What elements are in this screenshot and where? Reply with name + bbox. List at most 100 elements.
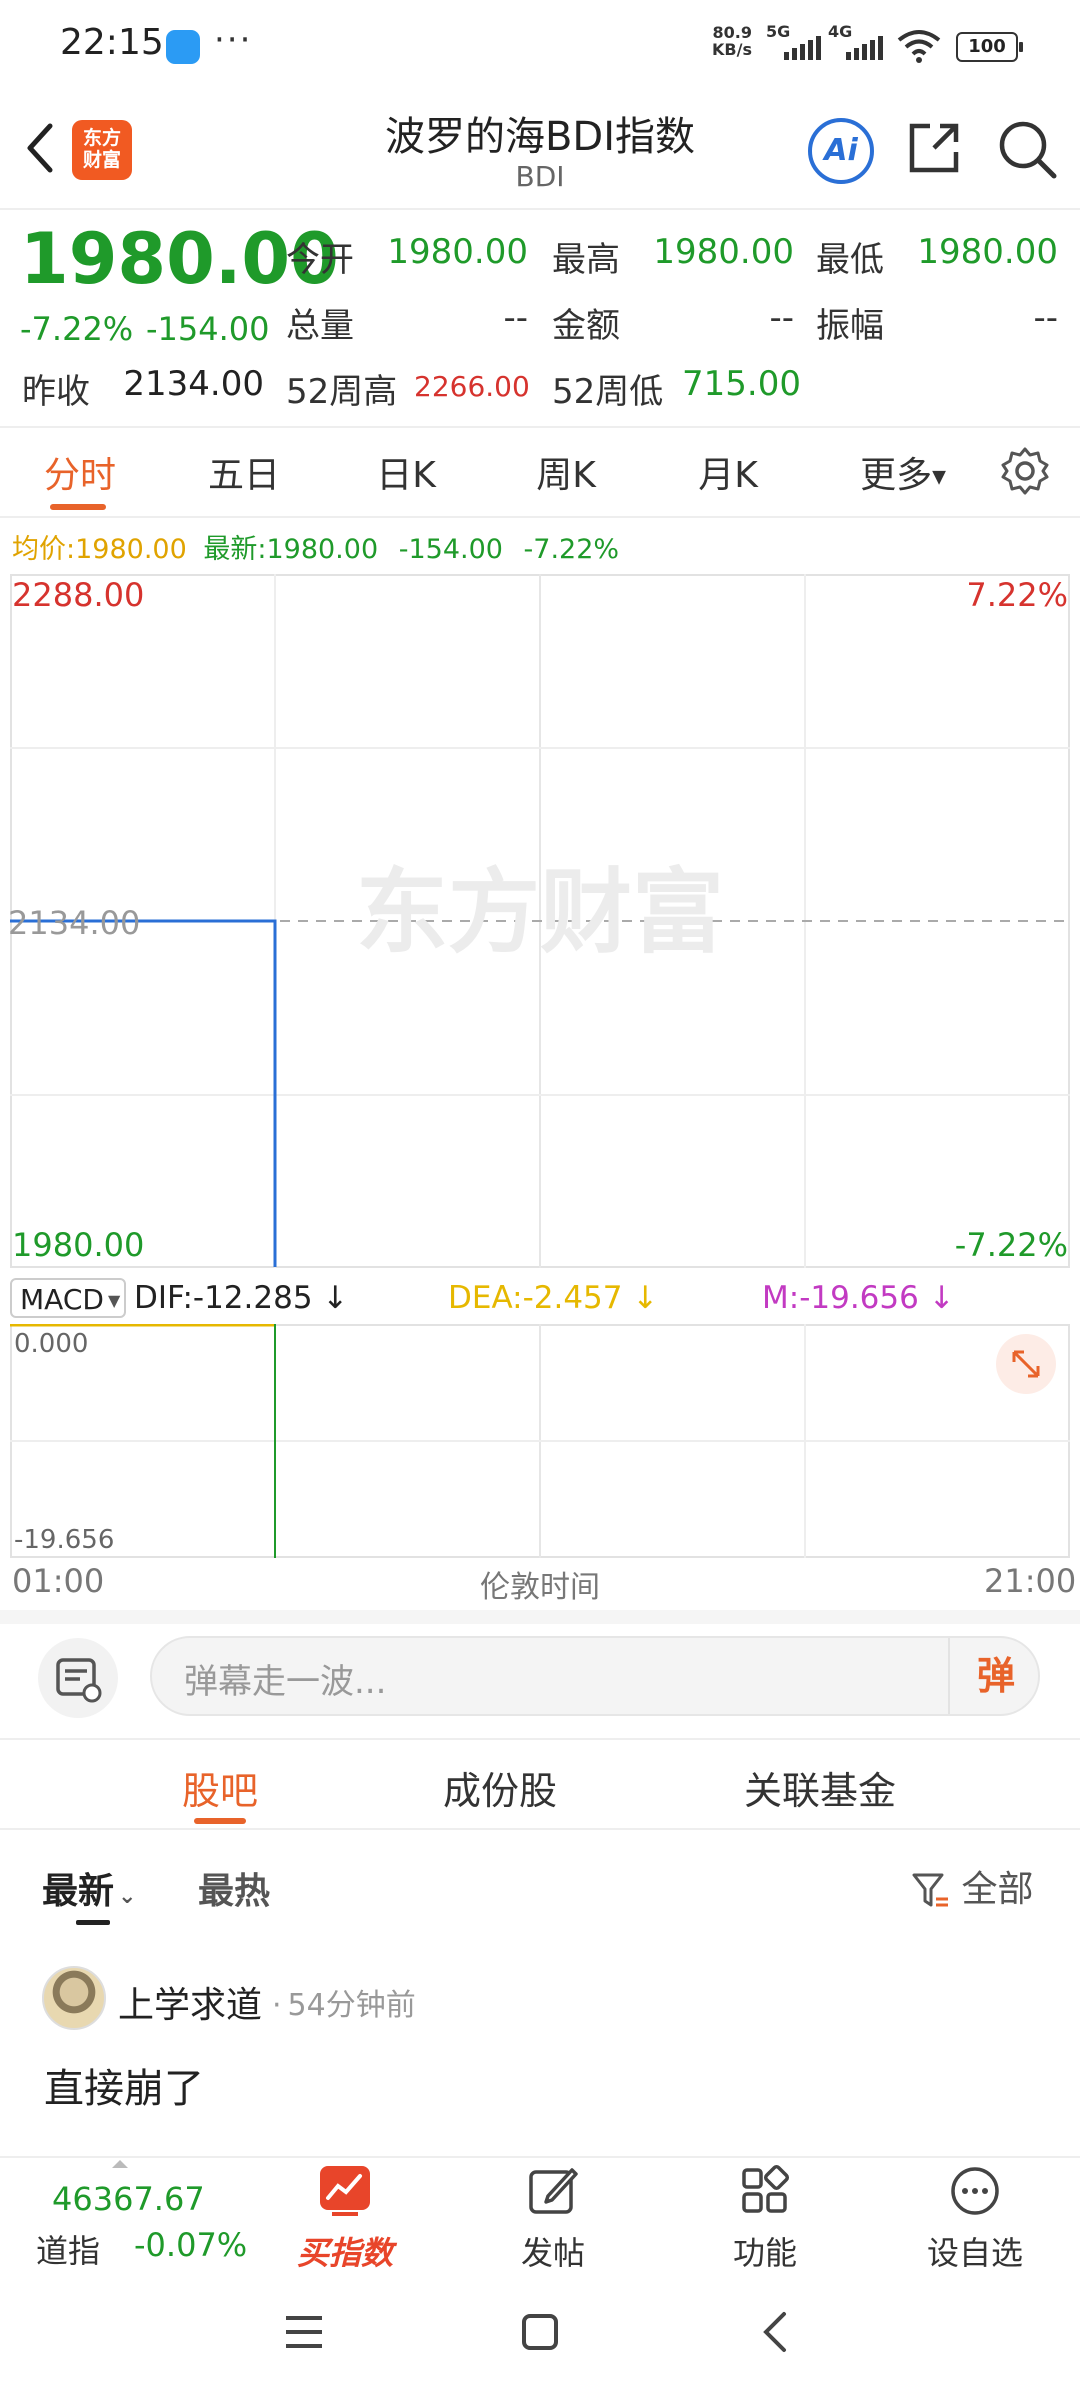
buy-index-icon xyxy=(320,2166,370,2216)
latest-percent: -7.22% xyxy=(523,534,620,565)
back-icon[interactable] xyxy=(16,118,66,178)
macd-chart[interactable]: 0.000 -19.656 xyxy=(10,1324,1070,1558)
tab-related-funds[interactable]: 关联基金 xyxy=(730,1760,910,1815)
tab-five-day[interactable]: 五日 xyxy=(194,446,294,498)
down-arrow-icon: ↓ xyxy=(928,1280,955,1316)
menu-icon[interactable] xyxy=(282,2312,326,2352)
index-value[interactable]: 46367.67 xyxy=(52,2180,205,2218)
indicator-select[interactable]: MACD ▼ xyxy=(10,1278,126,1318)
filter-button[interactable]: 全部 xyxy=(910,1860,1033,1912)
pct-axis-bottom-label: -7.22% xyxy=(955,1226,1068,1264)
watermark: 东方财富 xyxy=(356,859,724,966)
low-label: 最低 xyxy=(816,240,884,280)
nav-add-watchlist[interactable]: 设自选 xyxy=(900,2164,1050,2274)
settings-gear-icon[interactable] xyxy=(1000,446,1050,496)
back-nav-icon[interactable] xyxy=(756,2310,796,2354)
pct-axis-top-label: 7.22% xyxy=(966,576,1068,614)
time-axis-end: 21:00 xyxy=(984,1562,1077,1600)
tab-more[interactable]: 更多▼ xyxy=(848,446,958,498)
tab-monthly-k[interactable]: 月K xyxy=(678,446,778,498)
signal-4g-icon xyxy=(846,36,883,60)
tab-weekly-k[interactable]: 周K xyxy=(516,446,616,498)
volume-label: 总量 xyxy=(286,306,354,346)
tab-constituents[interactable]: 成份股 xyxy=(420,1760,580,1815)
macd-top-label: 0.000 xyxy=(14,1329,88,1359)
low-value: 1980.00 xyxy=(917,232,1058,272)
share-icon[interactable] xyxy=(904,118,964,178)
grid-icon xyxy=(742,2164,790,2213)
filter-icon xyxy=(912,1873,948,1907)
change-percent: -7.22% xyxy=(20,310,134,348)
52w-high-value: 2266.00 xyxy=(414,370,530,403)
open-label: 今开 xyxy=(286,240,354,280)
amount-label: 金额 xyxy=(552,306,620,346)
nav-post[interactable]: 发帖 xyxy=(478,2164,628,2274)
feed-tab-latest[interactable]: 最新 ⌄ xyxy=(42,1862,136,1914)
search-icon[interactable] xyxy=(996,118,1058,180)
index-change[interactable]: -0.07% xyxy=(134,2226,247,2264)
52w-high-label: 52周高 xyxy=(286,372,398,412)
app-notification-icon xyxy=(166,30,200,64)
time-axis-start: 01:00 xyxy=(12,1562,105,1600)
post-username[interactable]: 上学求道 xyxy=(118,1976,262,2028)
network-speed: 80.9 KB/s xyxy=(712,23,752,59)
signal-5g-icon xyxy=(784,36,821,60)
y-axis-bottom-label: 1980.00 xyxy=(12,1226,144,1264)
divider xyxy=(0,1828,1080,1830)
52w-low-value: 715.00 xyxy=(682,364,801,404)
y-axis-top-label: 2288.00 xyxy=(12,576,144,614)
down-arrow-icon: ↓ xyxy=(322,1280,349,1316)
nav-functions[interactable]: 功能 xyxy=(690,2164,840,2274)
divider xyxy=(0,1738,1080,1740)
52w-low-label: 52周低 xyxy=(552,372,664,412)
avg-value: 1980.00 xyxy=(75,534,187,565)
feed-tab-hot[interactable]: 最热 xyxy=(198,1862,270,1914)
page-subtitle: BDI xyxy=(515,160,565,193)
system-nav-bar xyxy=(0,2274,1080,2400)
ai-button[interactable]: Ai xyxy=(808,118,874,184)
amplitude-value: -- xyxy=(1033,298,1058,338)
index-switch-indicator xyxy=(112,2160,128,2168)
high-value: 1980.00 xyxy=(653,232,794,272)
tab-intraday[interactable]: 分时 xyxy=(30,446,130,498)
prev-close-label: 昨收 xyxy=(22,372,90,412)
tab-active-indicator xyxy=(50,504,106,510)
index-name[interactable]: 道指 xyxy=(36,2226,100,2272)
post-text[interactable]: 直接崩了 xyxy=(44,2056,204,2114)
feed-tab-indicator xyxy=(76,1920,110,1925)
macd-bottom-label: -19.656 xyxy=(14,1525,114,1555)
danmaku-settings-icon xyxy=(56,1658,102,1703)
avg-label: 均价: xyxy=(12,534,76,565)
y-axis-mid-label: 2134.00 xyxy=(10,904,140,942)
more-circle-icon xyxy=(951,2167,999,2215)
edit-icon xyxy=(529,2168,578,2214)
high-label: 最高 xyxy=(552,240,620,280)
tab-daily-k[interactable]: 日K xyxy=(356,446,456,498)
divider xyxy=(0,426,1080,428)
macd-dif: DIF:-12.285 ↓ xyxy=(134,1280,349,1316)
amount-value: -- xyxy=(769,298,794,338)
danmaku-send-button[interactable]: 弹 xyxy=(948,1638,1042,1714)
divider xyxy=(0,516,1080,518)
section-gap xyxy=(0,1610,1080,1624)
macd-m: M:-19.656 ↓ xyxy=(762,1280,955,1316)
home-icon[interactable] xyxy=(518,2310,562,2354)
change-amount: -154.00 xyxy=(146,310,270,348)
dropdown-arrow-icon: ▼ xyxy=(932,466,946,488)
latest-change: -154.00 xyxy=(398,534,503,565)
tab-guba[interactable]: 股吧 xyxy=(150,1760,290,1815)
prev-close-value: 2134.00 xyxy=(123,364,264,404)
status-bar: 22:15 ··· 80.9 KB/s 5G 4G 100 xyxy=(0,0,1080,90)
status-time: 22:15 xyxy=(60,22,164,63)
nav-buy-index[interactable]: 买指数 xyxy=(270,2164,420,2274)
chart-info-line: 均价:1980.00 最新:1980.00 -154.00 -7.22% xyxy=(12,527,619,566)
page-title: 波罗的海BDI指数 xyxy=(384,114,696,160)
sub-tab-active-indicator xyxy=(194,1818,246,1824)
app-logo: 东方 财富 xyxy=(72,120,132,180)
down-arrow-icon: ↓ xyxy=(632,1280,659,1316)
open-value: 1980.00 xyxy=(387,232,528,272)
avatar[interactable] xyxy=(42,1966,106,2030)
macd-dea: DEA:-2.457 ↓ xyxy=(448,1280,659,1316)
intraday-chart[interactable]: 东方财富 2288.00 7.22% 2134.00 1980.00 -7.22… xyxy=(10,574,1070,1268)
danmaku-settings-button[interactable] xyxy=(38,1638,118,1718)
